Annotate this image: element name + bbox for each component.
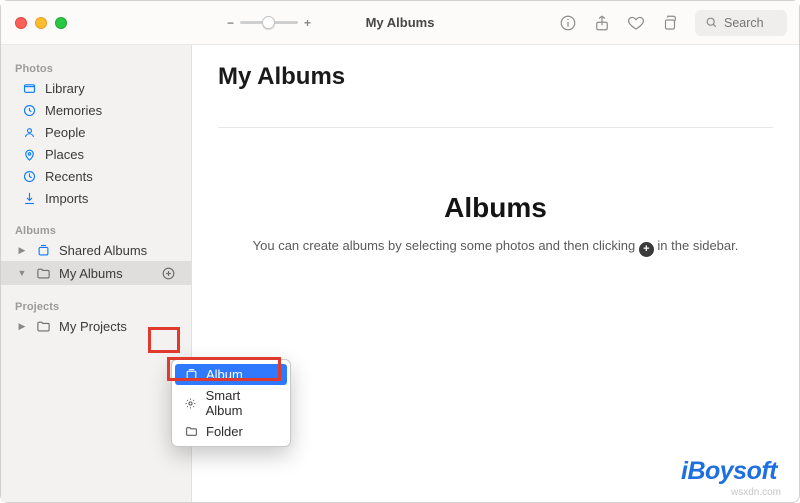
sidebar: Photos Library Memories People bbox=[1, 45, 192, 502]
sidebar-item-my-albums[interactable]: ▼ My Albums bbox=[1, 261, 191, 285]
empty-state-hint: You can create albums by selecting some … bbox=[218, 238, 773, 257]
zoom-out-icon: − bbox=[227, 16, 234, 30]
window-controls bbox=[15, 17, 67, 29]
watermark-domain: wsxdn.com bbox=[731, 487, 781, 498]
search-input[interactable] bbox=[724, 16, 780, 30]
imports-icon bbox=[21, 190, 37, 206]
sidebar-item-label: Library bbox=[45, 81, 85, 96]
info-icon[interactable] bbox=[559, 14, 577, 32]
menu-item-album[interactable]: Album bbox=[175, 364, 287, 385]
sidebar-section-projects: Projects bbox=[1, 297, 191, 315]
menu-item-label: Smart Album bbox=[206, 388, 278, 418]
recents-icon bbox=[21, 168, 37, 184]
empty-state-heading: Albums bbox=[218, 192, 773, 224]
folder-icon bbox=[35, 318, 51, 334]
sidebar-item-shared-albums[interactable]: ▶ Shared Albums bbox=[1, 239, 191, 261]
sidebar-item-label: Imports bbox=[45, 191, 88, 206]
sidebar-item-label: Memories bbox=[45, 103, 102, 118]
sidebar-item-imports[interactable]: Imports bbox=[1, 187, 191, 209]
sidebar-section-photos: Photos bbox=[1, 59, 191, 77]
sidebar-item-label: My Projects bbox=[59, 319, 127, 334]
favorite-icon[interactable] bbox=[627, 14, 645, 32]
close-window-button[interactable] bbox=[15, 17, 27, 29]
people-icon bbox=[21, 124, 37, 140]
sidebar-item-label: My Albums bbox=[59, 266, 123, 281]
sidebar-section-albums: Albums bbox=[1, 221, 191, 239]
plus-circle-icon: + bbox=[639, 242, 654, 257]
watermark-logo: iiBoysoftBoysoft bbox=[681, 457, 777, 486]
album-icon bbox=[184, 368, 198, 382]
rotate-icon[interactable] bbox=[661, 14, 679, 32]
shared-album-icon bbox=[35, 242, 51, 258]
library-icon bbox=[21, 80, 37, 96]
sidebar-item-my-projects[interactable]: ▶ My Projects bbox=[1, 315, 191, 337]
folder-icon bbox=[184, 425, 198, 439]
smart-album-icon bbox=[184, 396, 198, 410]
fullscreen-window-button[interactable] bbox=[55, 17, 67, 29]
divider bbox=[218, 127, 773, 128]
sidebar-item-people[interactable]: People bbox=[1, 121, 191, 143]
search-field[interactable] bbox=[695, 10, 787, 36]
folder-icon bbox=[35, 265, 51, 281]
zoom-in-icon: + bbox=[304, 16, 311, 30]
window-title: My Albums bbox=[366, 15, 435, 30]
titlebar: − + My Albums bbox=[1, 1, 799, 45]
search-icon bbox=[705, 16, 718, 29]
page-title: My Albums bbox=[218, 63, 773, 91]
places-icon bbox=[21, 146, 37, 162]
chevron-down-icon: ▼ bbox=[17, 268, 27, 278]
chevron-right-icon: ▶ bbox=[17, 321, 27, 332]
share-icon[interactable] bbox=[593, 14, 611, 32]
sidebar-item-label: People bbox=[45, 125, 85, 140]
memories-icon bbox=[21, 102, 37, 118]
minimize-window-button[interactable] bbox=[35, 17, 47, 29]
chevron-right-icon: ▶ bbox=[17, 245, 27, 256]
sidebar-item-label: Shared Albums bbox=[59, 243, 147, 258]
sidebar-item-memories[interactable]: Memories bbox=[1, 99, 191, 121]
context-menu: Album Smart Album Folder bbox=[171, 359, 291, 447]
add-album-button[interactable] bbox=[159, 264, 177, 282]
sidebar-item-library[interactable]: Library bbox=[1, 77, 191, 99]
menu-item-label: Folder bbox=[206, 424, 243, 439]
menu-item-smart-album[interactable]: Smart Album bbox=[172, 385, 290, 421]
sidebar-item-places[interactable]: Places bbox=[1, 143, 191, 165]
zoom-thumb[interactable] bbox=[262, 16, 275, 29]
menu-item-folder[interactable]: Folder bbox=[172, 421, 290, 442]
sidebar-item-label: Places bbox=[45, 147, 84, 162]
menu-item-label: Album bbox=[206, 367, 243, 382]
zoom-slider[interactable]: − + bbox=[227, 16, 311, 30]
sidebar-item-label: Recents bbox=[45, 169, 93, 184]
sidebar-item-recents[interactable]: Recents bbox=[1, 165, 191, 187]
